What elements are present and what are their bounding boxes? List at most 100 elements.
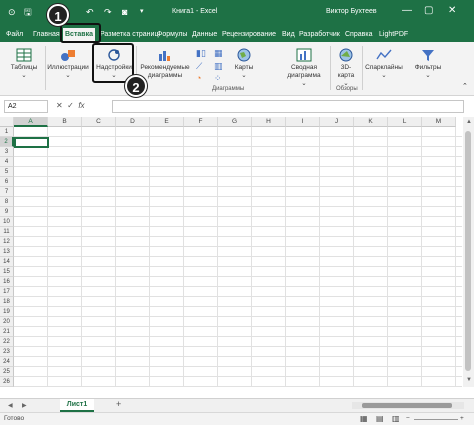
- tab-home[interactable]: Главная: [31, 28, 62, 42]
- vertical-scrollbar[interactable]: ▲ ▼: [463, 117, 474, 387]
- row-header-22[interactable]: 22: [0, 337, 14, 347]
- add-sheet-button[interactable]: +: [116, 399, 121, 409]
- scroll-up-icon[interactable]: ▲: [466, 119, 472, 125]
- column-header-i[interactable]: I: [286, 117, 320, 127]
- sheet-prev-icon[interactable]: ◀: [8, 402, 13, 409]
- maps-button[interactable]: Карты ⌄: [232, 48, 256, 80]
- sheet-tab[interactable]: Лист1: [60, 399, 94, 412]
- row-header-11[interactable]: 11: [0, 227, 14, 237]
- illustrations-button[interactable]: Иллюстрации ⌄: [46, 48, 90, 80]
- autosave-toggle-icon[interactable]: ⊙: [8, 5, 16, 19]
- hierarchy-chart-icon[interactable]: ▦: [214, 48, 223, 59]
- row-header-15[interactable]: 15: [0, 267, 14, 277]
- row-header-26[interactable]: 26: [0, 377, 14, 387]
- tab-file[interactable]: Файл: [4, 28, 25, 42]
- column-header-l[interactable]: L: [388, 117, 422, 127]
- enter-icon[interactable]: ✓: [67, 101, 74, 110]
- tab-help[interactable]: Справка: [343, 28, 374, 42]
- row-header-20[interactable]: 20: [0, 317, 14, 327]
- row-header-4[interactable]: 4: [0, 157, 14, 167]
- scatter-chart-icon[interactable]: ⁘: [214, 73, 222, 84]
- worksheet-grid[interactable]: ABCDEFGHIJKLM 1 2 3 4 5 6 7 8 9 10 11 12 13 14 15 16 17 1…: [0, 117, 462, 387]
- save-icon[interactable]: 🖫: [24, 5, 32, 19]
- zoom-in-icon[interactable]: +: [460, 413, 464, 425]
- statistic-chart-icon[interactable]: ▥: [214, 61, 223, 72]
- row-header-16[interactable]: 16: [0, 277, 14, 287]
- recommended-charts-button[interactable]: Рекомендуемые диаграммы: [140, 48, 190, 80]
- horizontal-scroll-thumb[interactable]: [362, 403, 452, 408]
- cancel-icon[interactable]: ✕: [56, 101, 63, 110]
- select-all-button[interactable]: [0, 117, 14, 127]
- insert-function-icon[interactable]: fx: [78, 101, 84, 110]
- formula-input[interactable]: [112, 100, 464, 113]
- scroll-down-icon[interactable]: ▼: [466, 377, 472, 383]
- vertical-scroll-thumb[interactable]: [465, 131, 471, 371]
- zoom-slider[interactable]: [414, 419, 458, 420]
- filters-button[interactable]: Фильтры ⌄: [410, 48, 446, 80]
- active-cell[interactable]: [14, 137, 49, 148]
- row-header-2[interactable]: 2: [0, 137, 14, 147]
- camera-icon[interactable]: ◙: [122, 5, 127, 19]
- row-header-6[interactable]: 6: [0, 177, 14, 187]
- sparklines-button[interactable]: Спарклайны ⌄: [364, 48, 404, 80]
- tab-data[interactable]: Данные: [190, 28, 219, 42]
- row-header-8[interactable]: 8: [0, 197, 14, 207]
- tab-formulas[interactable]: Формулы: [155, 28, 189, 42]
- sheet-next-icon[interactable]: ▶: [22, 402, 27, 409]
- callout-highlight-insert-tab: [60, 23, 101, 43]
- column-header-a[interactable]: A: [14, 117, 48, 127]
- tab-view[interactable]: Вид: [280, 28, 297, 42]
- column-header-f[interactable]: F: [184, 117, 218, 127]
- column-header-d[interactable]: D: [116, 117, 150, 127]
- row-header-3[interactable]: 3: [0, 147, 14, 157]
- column-header-g[interactable]: G: [218, 117, 252, 127]
- tab-lightpdf[interactable]: LightPDF: [377, 28, 410, 42]
- pie-chart-icon[interactable]: ◔: [196, 73, 201, 83]
- pivot-chart-button[interactable]: Сводная диаграмма ⌄: [282, 48, 326, 88]
- row-header-21[interactable]: 21: [0, 327, 14, 337]
- user-name[interactable]: Виктор Бухтеев: [326, 8, 377, 15]
- horizontal-scrollbar[interactable]: [352, 402, 464, 409]
- column-header-j[interactable]: J: [320, 117, 354, 127]
- column-header-k[interactable]: K: [354, 117, 388, 127]
- minimize-icon[interactable]: —: [402, 5, 412, 16]
- row-header-19[interactable]: 19: [0, 307, 14, 317]
- map3d-button[interactable]: 3D-карта ⌄: [334, 48, 358, 88]
- row-header-23[interactable]: 23: [0, 347, 14, 357]
- name-box[interactable]: A2: [4, 100, 48, 113]
- tables-button[interactable]: Таблицы ⌄: [6, 48, 42, 80]
- undo-icon[interactable]: ↶: [86, 5, 94, 19]
- column-header-c[interactable]: C: [82, 117, 116, 127]
- tab-review[interactable]: Рецензирование: [220, 28, 278, 42]
- tab-page-layout[interactable]: Разметка страниц: [98, 28, 160, 42]
- row-header-14[interactable]: 14: [0, 257, 14, 267]
- page-break-view-icon[interactable]: ▥: [392, 413, 400, 425]
- bar-chart-icon[interactable]: ▮▯: [196, 48, 206, 59]
- zoom-out-icon[interactable]: −: [406, 413, 410, 425]
- redo-icon[interactable]: ↷: [104, 5, 112, 19]
- column-header-m[interactable]: M: [422, 117, 456, 127]
- line-chart-icon[interactable]: ⟋: [196, 61, 202, 72]
- row-header-24[interactable]: 24: [0, 357, 14, 367]
- column-header-e[interactable]: E: [150, 117, 184, 127]
- column-header-h[interactable]: H: [252, 117, 286, 127]
- tab-developer[interactable]: Разработчик: [297, 28, 342, 42]
- row-header-5[interactable]: 5: [0, 167, 14, 177]
- row-header-1[interactable]: 1: [0, 127, 14, 137]
- collapse-ribbon-icon[interactable]: ⌃: [462, 82, 468, 90]
- cell-gridlines[interactable]: [14, 127, 462, 387]
- row-header-12[interactable]: 12: [0, 237, 14, 247]
- row-header-18[interactable]: 18: [0, 297, 14, 307]
- row-header-10[interactable]: 10: [0, 217, 14, 227]
- row-header-7[interactable]: 7: [0, 187, 14, 197]
- row-header-9[interactable]: 9: [0, 207, 14, 217]
- maximize-icon[interactable]: ▢: [424, 5, 433, 16]
- column-header-b[interactable]: B: [48, 117, 82, 127]
- row-header-17[interactable]: 17: [0, 287, 14, 297]
- row-header-13[interactable]: 13: [0, 247, 14, 257]
- normal-view-icon[interactable]: ▦: [360, 413, 368, 425]
- row-header-25[interactable]: 25: [0, 367, 14, 377]
- qat-more-icon[interactable]: ▾: [140, 5, 144, 19]
- page-layout-view-icon[interactable]: ▤: [376, 413, 384, 425]
- close-icon[interactable]: ✕: [448, 5, 456, 16]
